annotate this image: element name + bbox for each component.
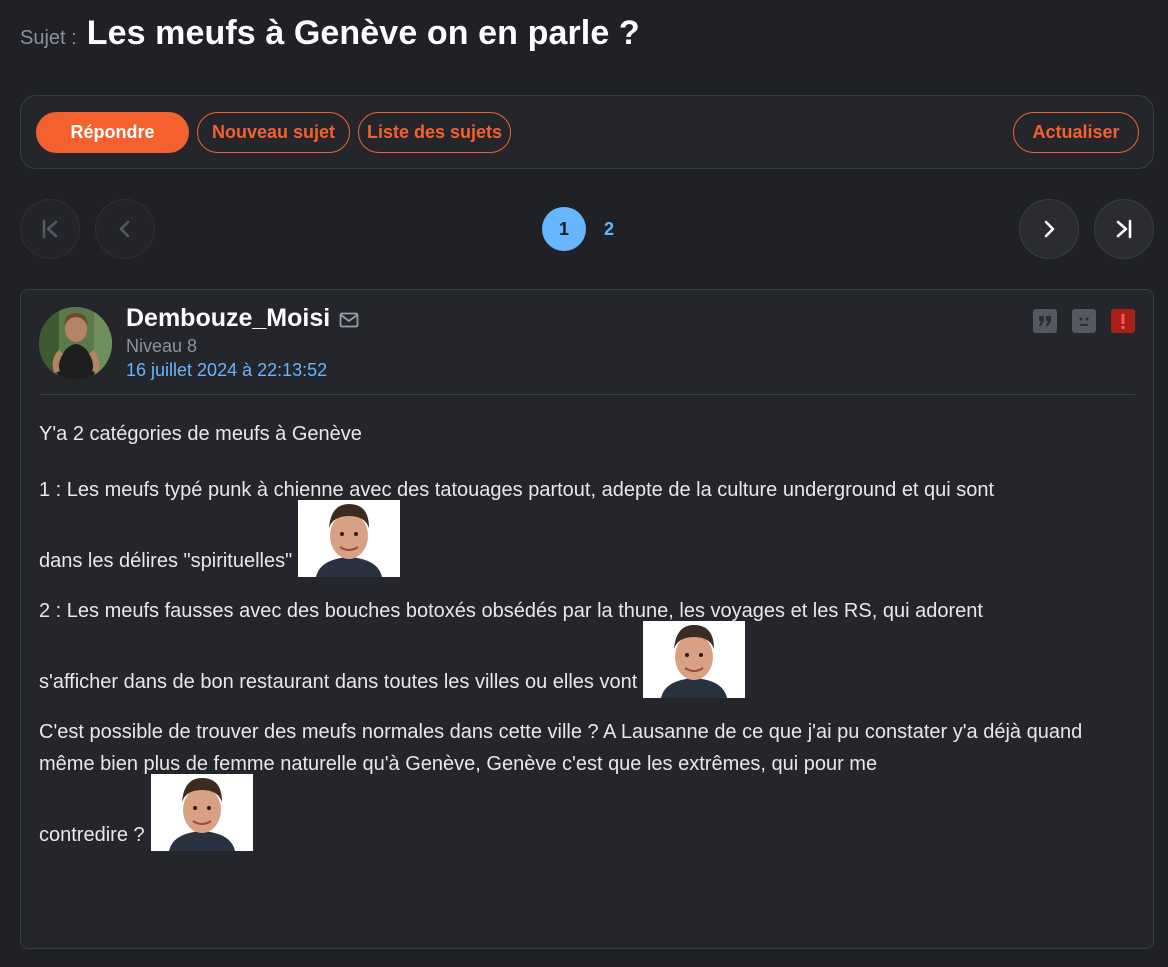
author-level: Niveau 8 [126, 336, 198, 356]
topic-list-button[interactable]: Liste des sujets [358, 112, 511, 153]
last-page-button[interactable] [1094, 199, 1154, 259]
next-page-icon [1044, 220, 1055, 238]
post-line-with-sticker: contredire ? [39, 774, 1123, 851]
post-body: Y'a 2 catégories de meufs à Genève 1 : L… [39, 418, 1123, 851]
post-line-with-sticker: dans les délires "spirituelles" [39, 500, 1123, 577]
post-paragraph: 2 : Les meufs fausses avec des bouches b… [39, 600, 983, 622]
post-paragraph: 1 : Les meufs typé punk à chienne avec d… [39, 479, 995, 501]
sticker-image [643, 621, 746, 698]
first-page-button[interactable] [20, 199, 80, 259]
post-paragraph: C'est possible de trouver des meufs norm… [39, 721, 1083, 775]
topic-header: Sujet : Les meufs à Genève on en parle ? [20, 14, 640, 53]
report-button[interactable] [1111, 309, 1135, 333]
post-line-with-sticker: s'afficher dans de bon restaurant dans t… [39, 621, 1123, 698]
avatar[interactable] [39, 307, 112, 380]
page-title: Les meufs à Genève on en parle ? [86, 14, 640, 52]
first-page-icon [42, 219, 58, 239]
post-paragraph: Y'a 2 catégories de meufs à Genève [39, 423, 362, 445]
topic-toolbar: Répondre Nouveau sujet Liste des sujets … [20, 95, 1154, 169]
mail-icon[interactable] [339, 312, 359, 328]
reply-button[interactable]: Répondre [36, 112, 189, 153]
page-number-current[interactable]: 1 [542, 207, 586, 251]
post-date[interactable]: 16 juillet 2024 à 22:13:52 [126, 360, 327, 381]
author-name[interactable]: Dembouze_Moisi [126, 304, 330, 333]
report-icon [1121, 314, 1125, 329]
post-paragraph: contredire ? [39, 824, 145, 846]
prev-page-icon [119, 220, 130, 238]
refresh-button[interactable]: Actualiser [1013, 112, 1139, 153]
post-paragraph: dans les délires "spirituelles" [39, 550, 293, 572]
sticker-image [150, 774, 253, 851]
last-page-icon [1116, 219, 1132, 239]
next-page-button[interactable] [1019, 199, 1079, 259]
new-topic-button[interactable]: Nouveau sujet [197, 112, 350, 153]
page-number-2[interactable]: 2 [596, 207, 622, 251]
post-divider [39, 394, 1135, 395]
forum-post: Dembouze_Moisi Niveau 8 16 juillet 2024 … [20, 289, 1154, 949]
subject-label: Sujet : [20, 27, 77, 49]
sticker-image [298, 500, 401, 577]
quote-button[interactable] [1033, 309, 1057, 333]
mp-button[interactable] [1072, 309, 1096, 333]
sad-face-icon [1079, 317, 1089, 326]
post-paragraph: s'afficher dans de bon restaurant dans t… [39, 671, 638, 693]
prev-page-button[interactable] [95, 199, 155, 259]
quote-icon [1039, 316, 1051, 326]
